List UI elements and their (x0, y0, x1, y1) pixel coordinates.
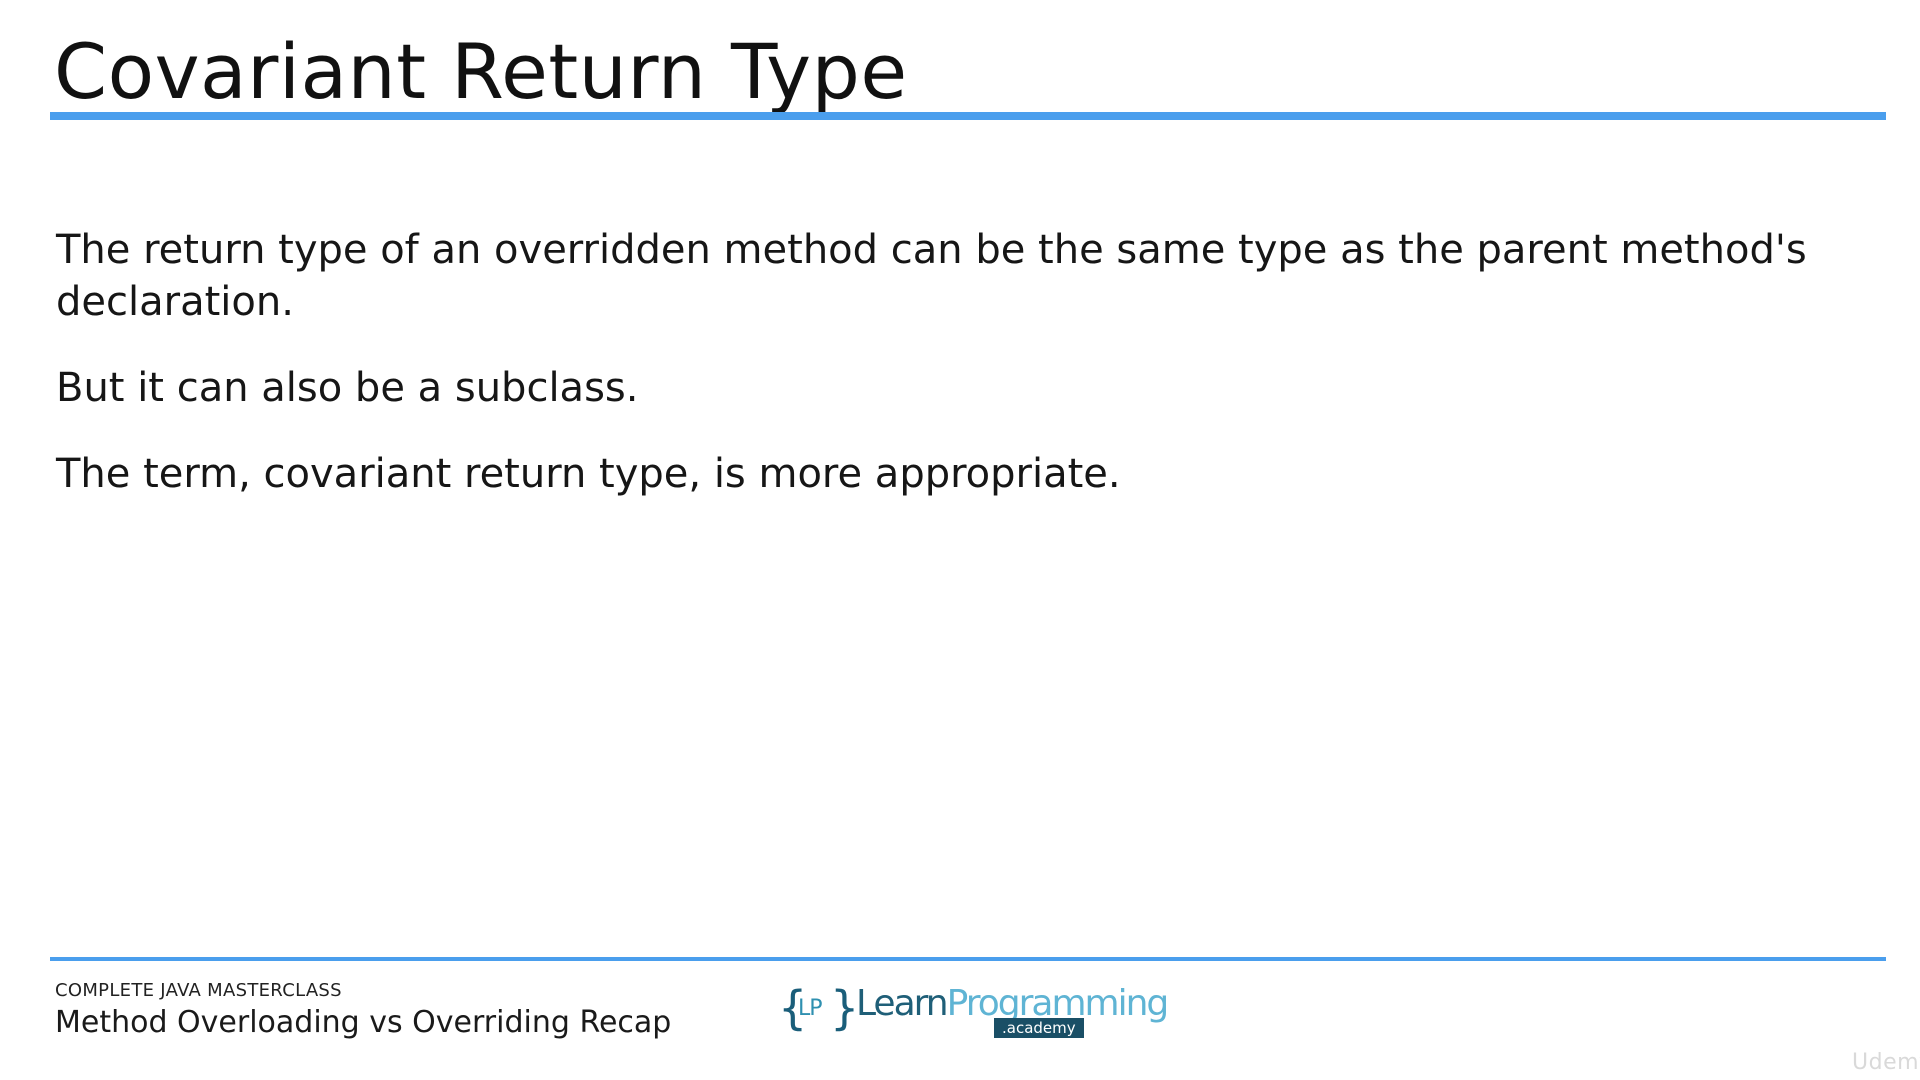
course-name: COMPLETE JAVA MASTERCLASS (55, 980, 342, 1001)
logo-initials: LP (798, 996, 823, 1021)
footer-divider (50, 957, 1886, 961)
slide-title: Covariant Return Type (54, 27, 908, 116)
body-paragraph-2: But it can also be a subclass. (56, 365, 639, 411)
learnprogramming-academy-logo: { LP } LearnProgramming .academy (776, 980, 1169, 1042)
udemy-watermark: Udemy (1852, 1050, 1920, 1075)
lecture-title: Method Overloading vs Overriding Recap (55, 1005, 672, 1040)
logo-academy-tag: .academy (994, 1018, 1084, 1038)
slide-body: The return type of an overridden method … (56, 224, 1856, 534)
title-divider (50, 112, 1886, 120)
logo-word-learn: Learn (856, 983, 949, 1024)
body-paragraph-3: The term, covariant return type, is more… (56, 451, 1121, 497)
body-paragraph-1: The return type of an overridden method … (56, 227, 1807, 325)
logo-brace-right: } (830, 981, 860, 1035)
